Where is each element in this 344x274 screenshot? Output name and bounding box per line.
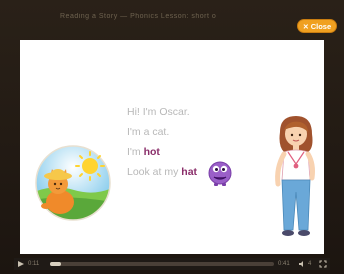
story-word: I'm	[127, 146, 144, 158]
elapsed-time: 0:11	[28, 261, 40, 267]
monster-icon[interactable]	[206, 157, 234, 187]
story-word: Look at my	[127, 166, 182, 178]
progress-bar[interactable]	[50, 262, 274, 266]
close-icon: ✕	[302, 24, 309, 31]
story-word: I'm a cat.	[127, 126, 170, 138]
titlebar: Reading a Story — Phonics Lesson: short …	[0, 0, 344, 38]
player-controls: 0:11 0:41 4	[14, 258, 330, 270]
play-icon[interactable]	[17, 260, 25, 268]
story-line: I'm a cat.	[127, 122, 247, 142]
girl-character-icon	[275, 116, 315, 236]
close-button-label: Close	[310, 22, 332, 31]
window-title: Reading a Story — Phonics Lesson: short …	[60, 13, 217, 20]
fullscreen-icon[interactable]	[319, 260, 327, 268]
close-button[interactable]: ✕ Close	[297, 19, 337, 33]
highlighted-word[interactable]: hat	[181, 166, 197, 178]
volume-icon[interactable]	[298, 260, 306, 268]
app-window: Reading a Story — Phonics Lesson: short …	[0, 0, 344, 274]
story-stage: Hi! I'm Oscar. I'm a cat. I'm hot Look a…	[20, 40, 324, 254]
duration-time: 0:41	[278, 261, 290, 267]
cat-beach-illustration	[35, 145, 111, 221]
volume-level: 4	[308, 261, 312, 267]
highlighted-word[interactable]: hot	[144, 146, 160, 158]
progress-fill	[50, 262, 62, 266]
story-word: Hi! I'm Oscar.	[127, 106, 190, 118]
story-line: Hi! I'm Oscar.	[127, 102, 247, 122]
